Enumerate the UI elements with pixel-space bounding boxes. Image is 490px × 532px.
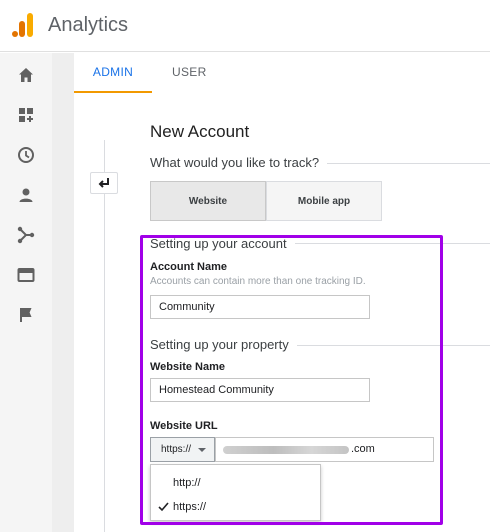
highlight-annotation xyxy=(140,235,443,525)
clock-icon[interactable] xyxy=(16,145,36,165)
app-title: Analytics xyxy=(48,14,129,36)
acquisition-icon[interactable] xyxy=(16,225,36,245)
customization-icon[interactable] xyxy=(16,105,36,125)
track-prompt: What would you like to track? xyxy=(150,155,328,170)
behavior-icon[interactable] xyxy=(16,265,36,285)
flag-icon[interactable] xyxy=(16,305,36,325)
back-arrow-icon xyxy=(98,178,109,188)
column-divider xyxy=(104,140,105,532)
person-icon[interactable] xyxy=(16,185,36,205)
website-option-button[interactable]: Website xyxy=(150,181,266,221)
home-icon[interactable] xyxy=(16,65,36,85)
page-title: New Account xyxy=(150,122,250,141)
sidebar xyxy=(0,53,52,532)
top-bar: Analytics xyxy=(0,0,490,52)
back-button[interactable] xyxy=(90,172,118,194)
tab-bar: ADMIN USER xyxy=(74,53,490,93)
mobile-app-option-button[interactable]: Mobile app xyxy=(266,181,382,221)
tab-admin[interactable]: ADMIN xyxy=(74,53,152,93)
tab-user[interactable]: USER xyxy=(172,53,207,93)
analytics-logo-icon xyxy=(12,13,34,37)
